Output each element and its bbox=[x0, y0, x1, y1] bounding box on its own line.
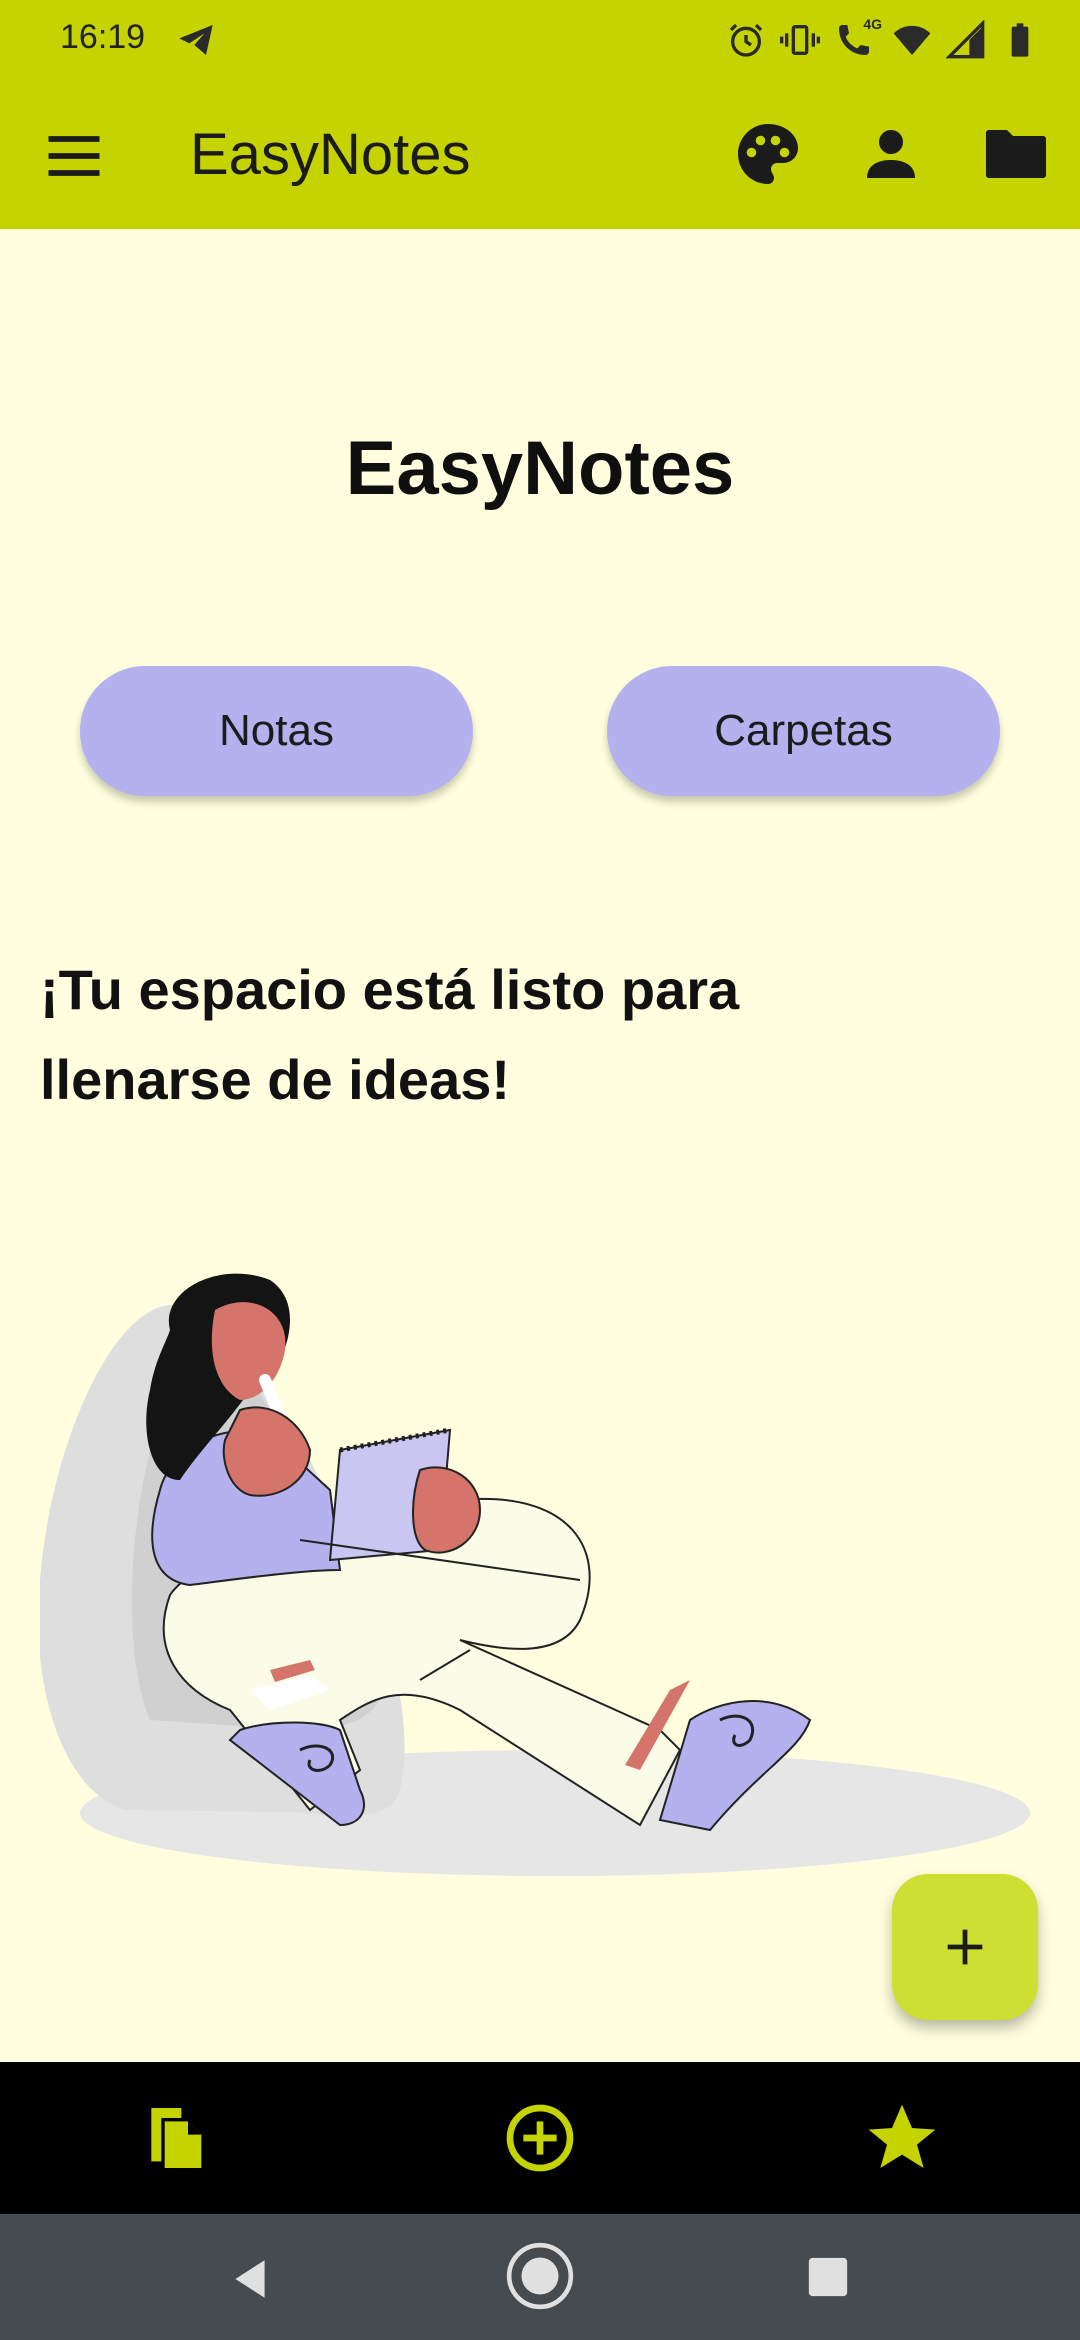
woman-reading-notebook-illustration bbox=[40, 1273, 1030, 1876]
empty-state-headline: ¡Tu espacio está listo para llenarse de … bbox=[40, 958, 740, 1111]
notes-button[interactable]: Notas bbox=[80, 666, 473, 796]
notes-icon[interactable] bbox=[138, 2098, 218, 2178]
main-title: EasyNotes bbox=[345, 426, 735, 511]
star-icon[interactable] bbox=[862, 2098, 942, 2178]
volte-call-icon: 4G bbox=[834, 16, 882, 60]
status-bar: 16:19 4G bbox=[0, 0, 1080, 80]
status-icons: 4G bbox=[726, 16, 1040, 62]
folders-button[interactable]: Carpetas bbox=[607, 666, 1000, 796]
alarm-icon bbox=[729, 23, 763, 57]
add-circle-icon[interactable] bbox=[500, 2098, 580, 2178]
vibrate-icon bbox=[780, 25, 820, 55]
add-note-fab[interactable] bbox=[892, 1874, 1038, 2020]
network-label: 4G bbox=[863, 16, 882, 32]
home-icon[interactable] bbox=[503, 2239, 577, 2313]
recents-icon[interactable] bbox=[805, 2254, 851, 2300]
menu-icon[interactable] bbox=[40, 122, 108, 190]
battery-icon bbox=[1011, 23, 1029, 57]
app-bar: EasyNotes bbox=[0, 80, 1080, 229]
system-nav-bar bbox=[0, 2214, 1080, 2340]
status-time: 16:19 bbox=[60, 18, 146, 56]
palette-icon[interactable] bbox=[732, 118, 804, 190]
person-icon[interactable] bbox=[855, 118, 927, 190]
app-title: EasyNotes bbox=[190, 122, 471, 187]
folder-icon[interactable] bbox=[980, 118, 1052, 190]
bottom-nav bbox=[0, 2062, 1080, 2214]
back-icon[interactable] bbox=[225, 2254, 275, 2304]
plus-icon bbox=[947, 1929, 983, 1965]
signal-icon bbox=[946, 20, 985, 59]
telegram-icon bbox=[179, 25, 213, 55]
wifi-icon bbox=[893, 25, 931, 55]
